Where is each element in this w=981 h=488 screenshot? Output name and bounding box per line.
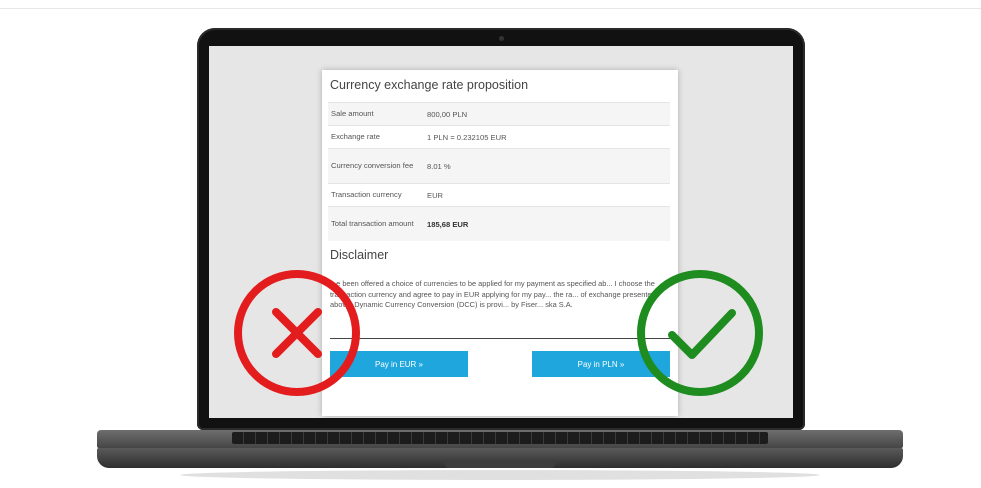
- table-row: Total transaction amount 185,68 EUR: [328, 206, 670, 241]
- check-circle-icon: [637, 270, 763, 396]
- row-label: Currency conversion fee: [331, 160, 414, 170]
- table-row: Sale amount 800,00 PLN: [328, 102, 670, 125]
- dialog-title: Currency exchange rate proposition: [330, 78, 529, 92]
- top-divider: [0, 8, 981, 9]
- row-label: Transaction currency: [331, 189, 402, 199]
- laptop-keyboard: [232, 432, 768, 444]
- row-value: 8.01 %: [427, 161, 451, 171]
- row-label: Sale amount: [331, 108, 374, 118]
- info-table: Sale amount 800,00 PLN Exchange rate 1 P…: [328, 102, 670, 241]
- laptop-notch: [445, 460, 555, 468]
- table-row: Currency conversion fee 8.01 %: [328, 148, 670, 183]
- webcam: [499, 36, 504, 41]
- x-circle-icon: [234, 270, 360, 396]
- row-value: 1 PLN = 0.232105 EUR: [427, 132, 507, 142]
- table-row: Transaction currency EUR: [328, 183, 670, 206]
- row-value-total: 185,68 EUR: [427, 219, 469, 229]
- page: Currency exchange rate proposition Sale …: [0, 0, 981, 488]
- row-label: Total transaction amount: [331, 218, 414, 228]
- row-value: EUR: [427, 190, 444, 200]
- currency-dialog: Currency exchange rate proposition Sale …: [322, 70, 678, 416]
- table-row: Exchange rate 1 PLN = 0.232105 EUR: [328, 125, 670, 148]
- disclaimer-title: Disclaimer: [330, 248, 389, 262]
- disclaimer-text: ...e been offered a choice of currencies…: [330, 279, 656, 310]
- disclaimer-divider: [330, 338, 670, 339]
- row-value: 800,00 PLN: [427, 109, 468, 119]
- laptop-shadow: [180, 470, 820, 480]
- row-label: Exchange rate: [331, 131, 380, 141]
